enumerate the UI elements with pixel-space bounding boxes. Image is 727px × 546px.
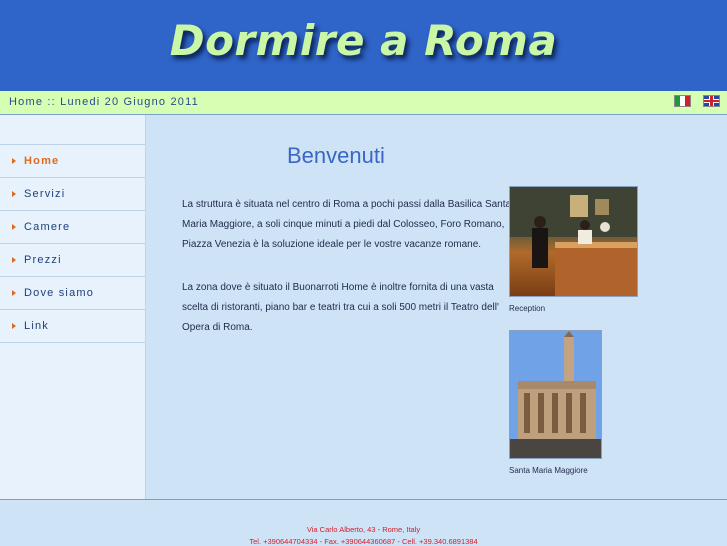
nav-item-label: Camere bbox=[24, 221, 71, 233]
arrow-right-icon bbox=[12, 191, 16, 197]
basilica-caption: Santa Maria Maggiore bbox=[509, 466, 588, 475]
nav-item-label: Prezzi bbox=[24, 254, 62, 266]
arrow-right-icon bbox=[12, 323, 16, 329]
nav-item-home[interactable]: Home bbox=[0, 145, 145, 178]
arrow-right-icon bbox=[12, 224, 16, 230]
basilica-illustration bbox=[510, 331, 601, 458]
site-title[interactable]: Dormire a Roma bbox=[0, 16, 727, 65]
footer-address: Via Carlo Alberto, 43 - Rome, Italy bbox=[306, 525, 421, 534]
reception-illustration bbox=[510, 187, 637, 296]
intro-paragraph: La struttura è situata nel centro di Rom… bbox=[182, 199, 512, 250]
nav-item-servizi[interactable]: Servizi bbox=[0, 178, 145, 211]
arrow-right-icon bbox=[12, 290, 16, 296]
santa-maria-maggiore-photo bbox=[509, 330, 602, 459]
arrow-right-icon bbox=[12, 158, 16, 164]
reception-caption: Reception bbox=[509, 304, 546, 313]
page-title: Benvenuti bbox=[287, 143, 385, 168]
sidebar-nav: Home Servizi Camere Prezzi Dove siamo Li… bbox=[0, 144, 145, 343]
italian-flag-icon[interactable] bbox=[674, 95, 691, 107]
site-footer: Via Carlo Alberto, 43 - Rome, Italy Tel.… bbox=[0, 499, 727, 546]
nav-item-link[interactable]: Link bbox=[0, 310, 145, 343]
main-content: Benvenuti La struttura è situata nel cen… bbox=[146, 115, 727, 499]
nav-item-label: Link bbox=[24, 320, 49, 332]
breadcrumb-date: Home :: Lunedi 20 Giugno 2011 bbox=[9, 96, 199, 108]
nav-item-prezzi[interactable]: Prezzi bbox=[0, 244, 145, 277]
uk-flag-icon[interactable] bbox=[703, 95, 720, 107]
nav-item-label: Dove siamo bbox=[24, 287, 95, 299]
sidebar: Home Servizi Camere Prezzi Dove siamo Li… bbox=[0, 115, 146, 499]
date-bar: Home :: Lunedi 20 Giugno 2011 bbox=[0, 91, 727, 115]
site-header: Dormire a Roma bbox=[0, 0, 727, 92]
reception-photo bbox=[509, 186, 638, 297]
nav-item-label: Home bbox=[24, 155, 60, 167]
nav-item-label: Servizi bbox=[24, 188, 66, 200]
nav-item-dove-siamo[interactable]: Dove siamo bbox=[0, 277, 145, 310]
arrow-right-icon bbox=[12, 257, 16, 263]
area-paragraph: La zona dove è situato il Buonarroti Hom… bbox=[182, 282, 499, 333]
nav-item-camere[interactable]: Camere bbox=[0, 211, 145, 244]
